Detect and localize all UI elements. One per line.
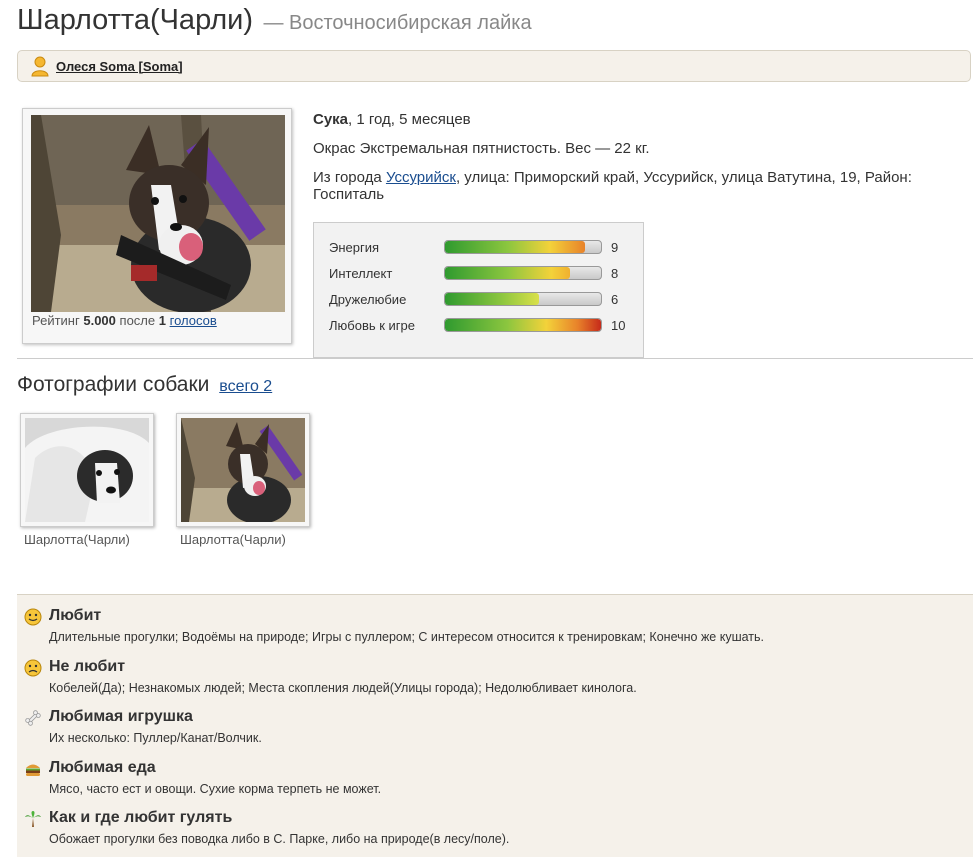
gender-age-line: Сука, 1 год, 5 месяцев — [313, 111, 973, 128]
trait-title: Любимая игрушка — [49, 708, 193, 725]
stat-label: Любовь к игре — [329, 318, 416, 333]
trait-title: Как и где любит гулять — [49, 809, 233, 826]
stat-value: 9 — [611, 240, 619, 255]
stat-value: 10 — [611, 318, 626, 333]
stat-value: 6 — [611, 292, 619, 307]
photos-heading: Фотографии собаки всего 2 — [17, 373, 272, 397]
stat-row: Энергия 9 — [329, 238, 639, 258]
photo-caption: Шарлотта(Чарли) — [24, 532, 130, 547]
stat-value: 8 — [611, 266, 619, 281]
dog-breed: — Восточносибирская лайка — [263, 12, 532, 34]
owner-link[interactable]: Олеся Soma [Soma] — [56, 59, 183, 74]
main-dog-photo[interactable] — [31, 115, 285, 312]
stat-bar — [444, 266, 602, 280]
age: , 1 год, 5 месяцев — [348, 111, 471, 128]
trait-text: Длительные прогулки; Водоёмы на природе;… — [49, 630, 765, 644]
gender: Сука — [313, 111, 349, 128]
rating-prefix: Рейтинг — [32, 313, 80, 328]
location-line: Из города Уссурийск, улица: Приморский к… — [313, 169, 973, 203]
stat-label: Дружелюбие — [329, 292, 407, 307]
votes-link[interactable]: голосов — [170, 313, 217, 328]
city-prefix: Из города — [313, 169, 382, 186]
photo-thumbnail[interactable] — [20, 413, 154, 527]
dog-name: Шарлотта(Чарли) — [17, 4, 253, 36]
city-link[interactable]: Уссурийск — [386, 169, 456, 186]
photo-caption: Шарлотта(Чарли) — [180, 532, 286, 547]
photo-thumbnail[interactable] — [176, 413, 310, 527]
bone-icon — [24, 709, 42, 727]
trait-text: Обожает прогулки без поводка либо в С. П… — [49, 832, 510, 846]
trait-title: Любит — [49, 607, 102, 624]
trait-title: Не любит — [49, 658, 126, 675]
smile-icon — [24, 608, 42, 626]
photo-thumbnail-image[interactable] — [181, 418, 305, 522]
trait-text: Мясо, часто ест и овощи. Сухие корма тер… — [49, 782, 382, 796]
photos-heading-text: Фотографии собаки — [17, 373, 210, 396]
color-weight: Окрас Экстремальная пятнистость. Вес — 2… — [313, 140, 650, 157]
rating-score: 5.000 — [83, 313, 116, 328]
stat-label: Интеллект — [329, 266, 393, 281]
owner-bar: Олеся Soma [Soma] — [17, 50, 971, 82]
stat-bar-fill — [445, 319, 601, 331]
rating-count: 1 — [158, 313, 166, 328]
user-icon — [30, 55, 50, 77]
stat-label: Энергия — [329, 240, 380, 255]
stat-bar-fill — [445, 293, 539, 305]
trait-text: Кобелей(Да); Незнакомых людей; Места ско… — [49, 681, 637, 695]
rating-line: Рейтинг 5.000 после 1 голосов — [32, 313, 217, 328]
stat-row: Дружелюбие 6 — [329, 290, 639, 310]
dog-info: Сука, 1 год, 5 месяцев Окрас Экстремальн… — [313, 111, 973, 215]
traits-panel: Любит Длительные прогулки; Водоёмы на пр… — [17, 594, 973, 857]
photo-thumbnail-image[interactable] — [25, 418, 149, 522]
stat-bar — [444, 240, 602, 254]
page-title: Шарлотта(Чарли) — Восточносибирская лайк… — [17, 4, 532, 37]
rating-middle: после — [119, 313, 156, 328]
stat-row: Любовь к игре 10 — [329, 316, 639, 336]
stat-bar-fill — [445, 267, 570, 279]
stat-bar — [444, 318, 602, 332]
divider — [17, 358, 973, 359]
stat-bar-fill — [445, 241, 586, 253]
stat-row: Интеллект 8 — [329, 264, 639, 284]
palm-tree-icon — [24, 810, 42, 828]
main-photo-card: Рейтинг 5.000 после 1 голосов — [22, 108, 292, 344]
trait-text: Их несколько: Пуллер/Канат/Волчик. — [49, 731, 262, 745]
stat-bar — [444, 292, 602, 306]
burger-icon — [24, 760, 42, 778]
all-photos-link[interactable]: всего 2 — [219, 378, 272, 395]
sad-face-icon — [24, 659, 42, 677]
stats-box: Энергия 9 Интеллект 8 Дружелюбие 6 Любовь к иг… — [313, 222, 644, 358]
trait-title: Любимая еда — [49, 759, 156, 776]
